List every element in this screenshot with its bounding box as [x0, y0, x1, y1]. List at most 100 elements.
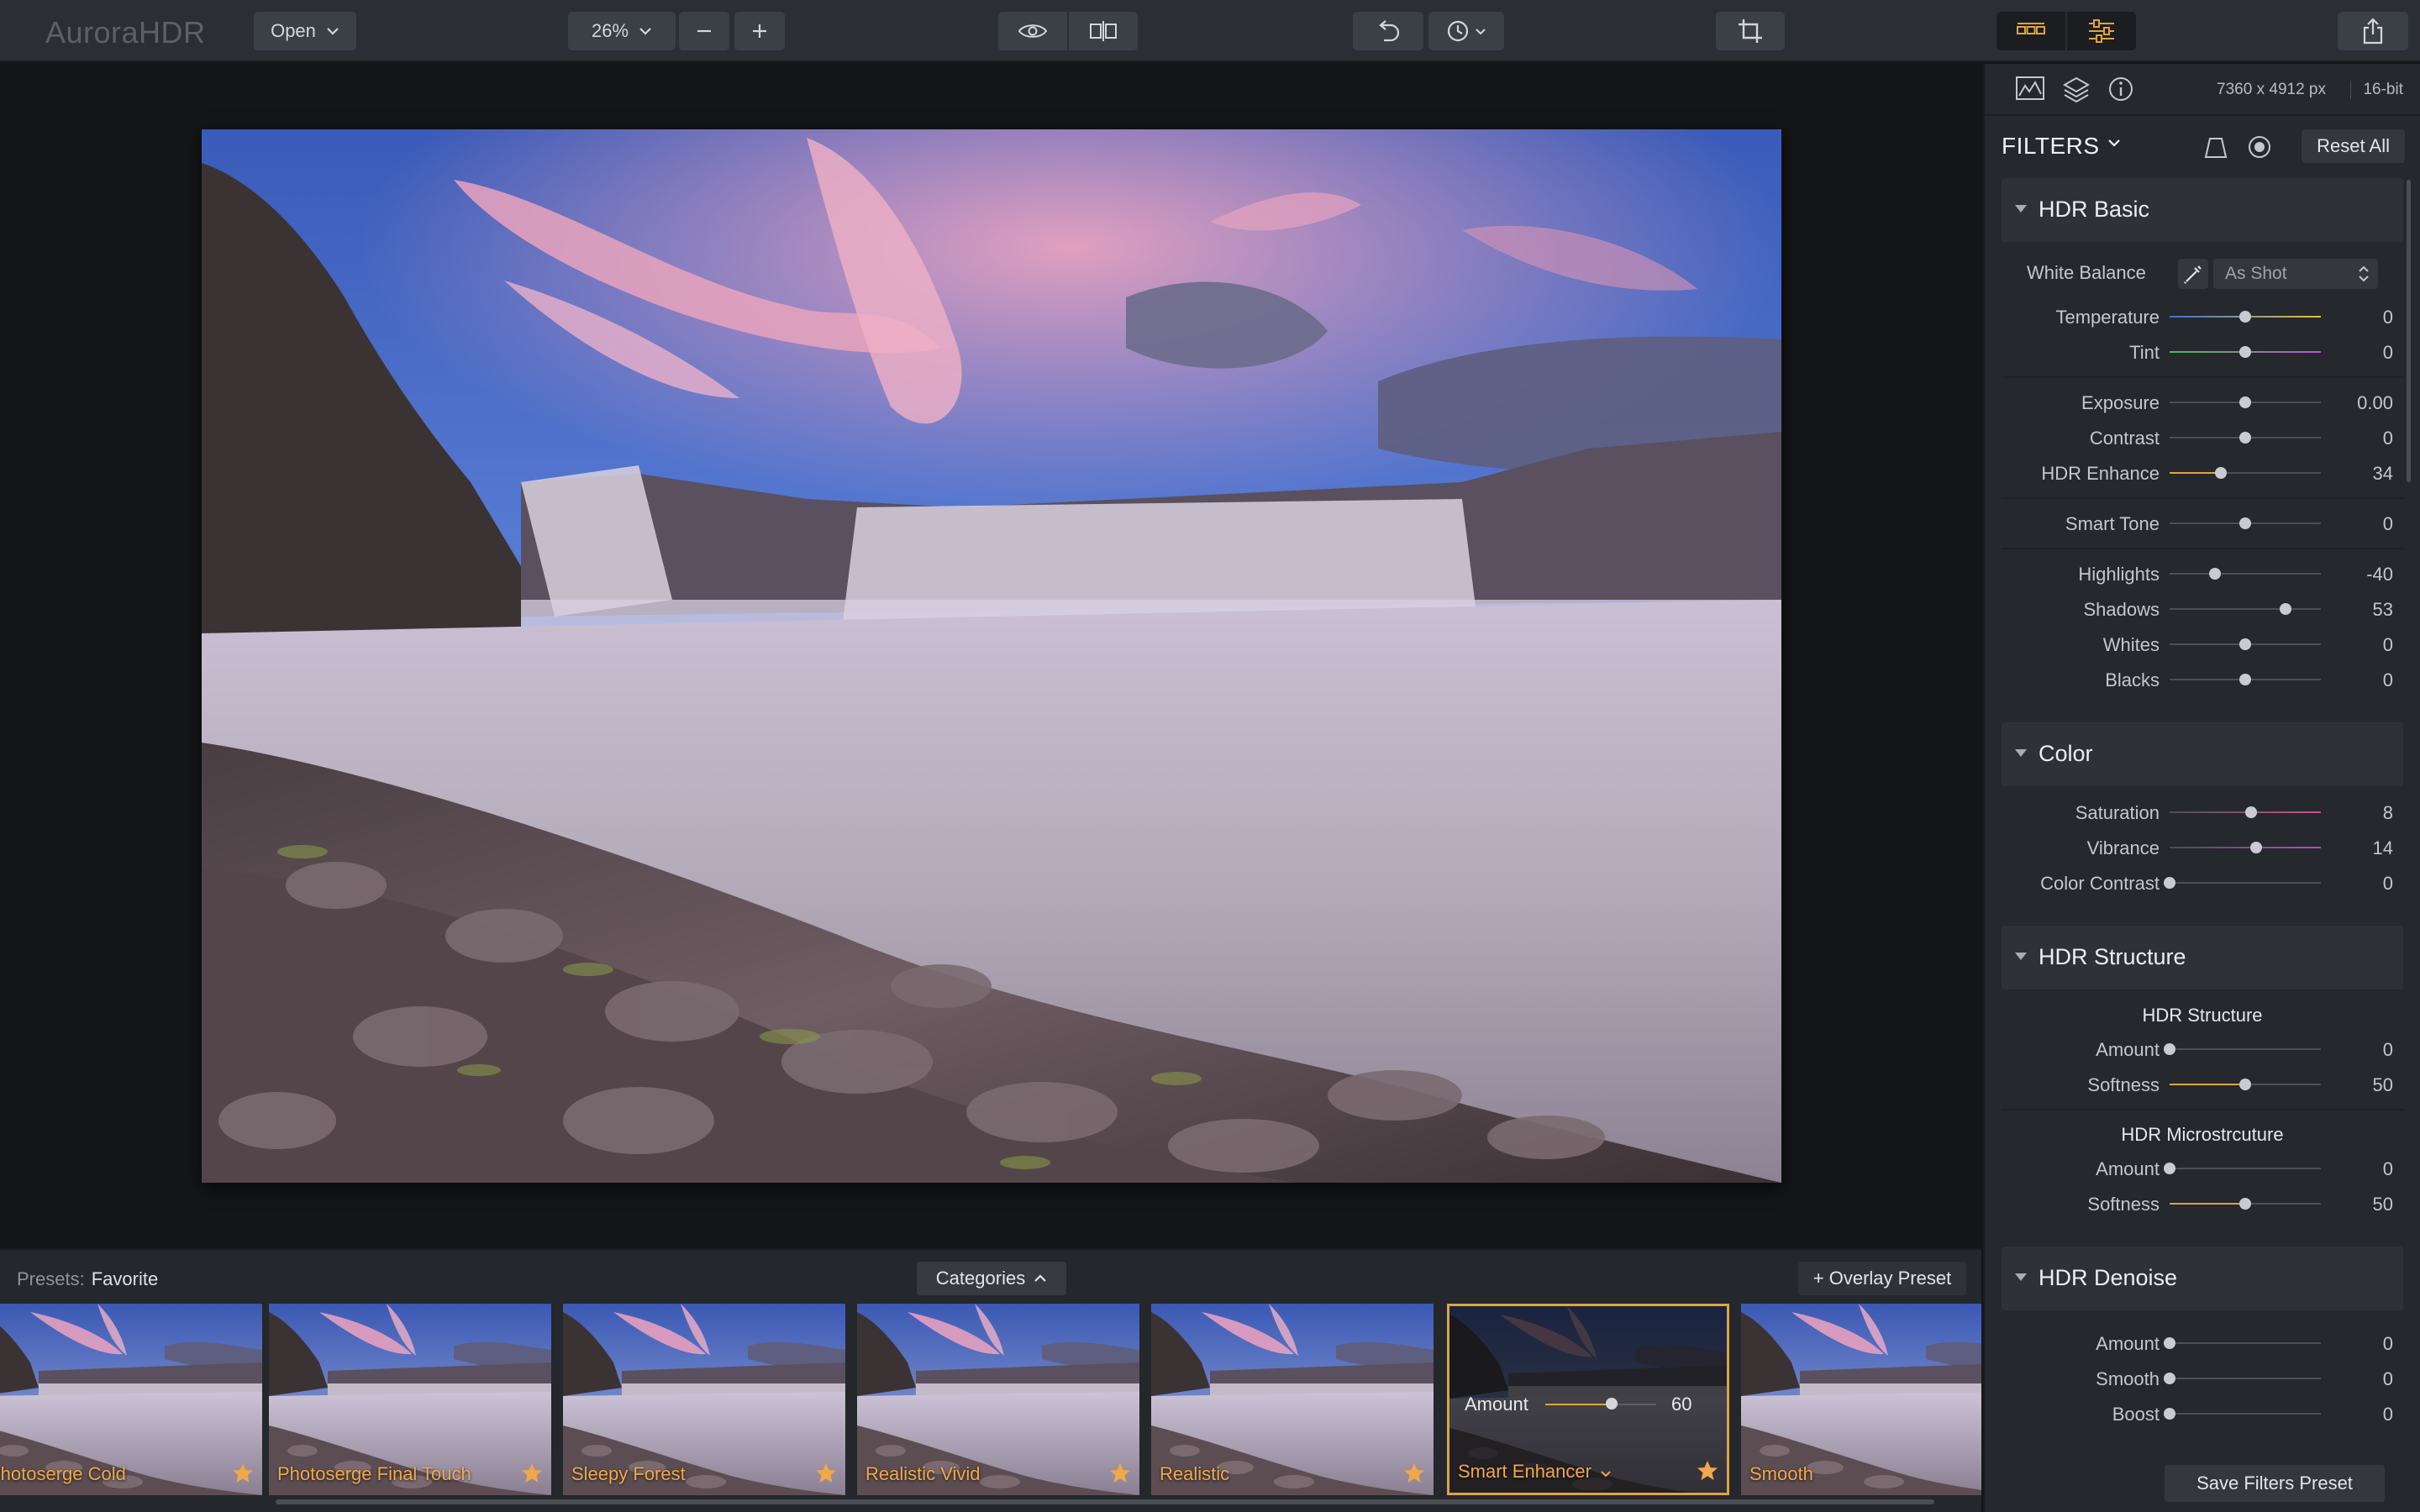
preview-button[interactable] [998, 12, 1067, 50]
presets-toggle-button[interactable] [1996, 12, 2065, 50]
slider-thumb[interactable] [2164, 1337, 2175, 1349]
slider-track[interactable] [2170, 396, 2321, 408]
chevron-down-icon[interactable] [1600, 1461, 1612, 1482]
zoom-out-button[interactable] [679, 12, 729, 50]
share-button[interactable] [2338, 12, 2408, 50]
filters-menu[interactable]: FILTERS [2002, 133, 2100, 160]
slider-thumb[interactable] [2245, 806, 2258, 818]
slider-track[interactable] [2170, 1079, 2321, 1090]
slider-value[interactable]: 0 [2383, 669, 2393, 691]
slider-value[interactable]: 50 [2373, 1194, 2393, 1215]
zoom-select[interactable]: 26% [568, 12, 676, 50]
slider-value[interactable]: 0 [2383, 342, 2393, 364]
preset-thumbnail[interactable]: Smooth [1741, 1304, 1981, 1495]
slider-track[interactable] [2170, 674, 2321, 685]
undo-button[interactable] [1353, 12, 1423, 50]
preset-thumbnail[interactable]: Realistic [1151, 1304, 1434, 1495]
slider-value[interactable]: 0 [2383, 307, 2393, 328]
zoom-in-button[interactable] [734, 12, 785, 50]
slider-track[interactable] [2170, 346, 2321, 358]
slider-track[interactable] [2164, 1163, 2321, 1174]
preset-thumbnail[interactable]: Amount 60 Smart Enhancer [1447, 1304, 1729, 1495]
slider-value[interactable]: 0 [2383, 873, 2393, 895]
panel-scrollbar[interactable] [2407, 180, 2411, 482]
slider-track[interactable] [2164, 877, 2321, 889]
reset-all-button[interactable]: Reset All [2302, 129, 2405, 163]
hdr-denoise-header[interactable]: HDR Denoise [2002, 1247, 2403, 1310]
slider-value[interactable]: 0.00 [2357, 392, 2393, 414]
open-button[interactable]: Open [254, 12, 356, 50]
slider-track[interactable] [2170, 432, 2321, 444]
hdr-basic-header[interactable]: HDR Basic [2002, 178, 2403, 242]
crop-button[interactable] [1716, 12, 1785, 50]
image-canvas[interactable] [0, 64, 1981, 1248]
blend-button[interactable] [2247, 134, 2272, 160]
slider-thumb[interactable] [2239, 346, 2251, 358]
compare-button[interactable] [1069, 12, 1138, 50]
slider-thumb[interactable] [2209, 568, 2221, 580]
slider-track[interactable] [2164, 1043, 2321, 1055]
slider-value[interactable]: 0 [2383, 1368, 2393, 1390]
slider-track[interactable] [2170, 603, 2321, 615]
slider-track[interactable] [2164, 1408, 2321, 1420]
slider-thumb[interactable] [2239, 638, 2251, 650]
slider-value[interactable]: -40 [2366, 564, 2393, 585]
color-header[interactable]: Color [2002, 722, 2403, 786]
favorite-star-icon[interactable] [815, 1462, 837, 1488]
layers-tab[interactable] [2062, 76, 2092, 106]
favorite-star-icon[interactable] [1403, 1462, 1425, 1488]
presets-group[interactable]: Favorite [92, 1268, 158, 1289]
slider-track[interactable] [2170, 638, 2321, 650]
preset-amount-slider[interactable] [1545, 1398, 1656, 1410]
slider-thumb[interactable] [2239, 432, 2251, 444]
slider-thumb[interactable] [2239, 396, 2251, 408]
filters-toggle-button[interactable] [2067, 12, 2136, 50]
slider-thumb[interactable] [2239, 1079, 2251, 1090]
slider-track[interactable] [2164, 1373, 2321, 1384]
slider-value[interactable]: 53 [2373, 599, 2393, 621]
slider-track[interactable] [2170, 311, 2321, 323]
info-tab[interactable] [2107, 76, 2138, 106]
slider-thumb[interactable] [2239, 311, 2251, 323]
slider-track[interactable] [2170, 842, 2321, 853]
slider-thumb[interactable] [2279, 603, 2291, 615]
save-filters-preset-button[interactable]: Save Filters Preset [2165, 1465, 2385, 1502]
slider-thumb[interactable] [2164, 1043, 2175, 1055]
slider-thumb[interactable] [2215, 467, 2228, 479]
slider-value[interactable]: 0 [2383, 1333, 2393, 1355]
slider-track[interactable] [2170, 806, 2321, 818]
preset-thumbnail[interactable]: Photoserge Final Touch [269, 1304, 551, 1495]
overlay-preset-button[interactable]: + Overlay Preset [1798, 1262, 1966, 1295]
mask-button[interactable] [2203, 134, 2228, 160]
slider-value[interactable]: 8 [2383, 802, 2393, 824]
slider-value[interactable]: 0 [2383, 513, 2393, 535]
slider-value[interactable]: 0 [2383, 428, 2393, 449]
hdr-structure-header[interactable]: HDR Structure [2002, 926, 2403, 990]
white-balance-select[interactable]: As Shot [2213, 259, 2378, 289]
slider-thumb[interactable] [2239, 674, 2251, 685]
favorite-star-icon[interactable] [1109, 1462, 1131, 1488]
histogram-tab[interactable] [2015, 76, 2045, 106]
slider-track[interactable] [2164, 1337, 2321, 1349]
favorite-star-icon[interactable] [1697, 1460, 1718, 1486]
slider-track[interactable] [2170, 517, 2321, 529]
slider-track[interactable] [2170, 1198, 2321, 1210]
main-photo[interactable] [202, 129, 1781, 1183]
history-button[interactable] [1428, 12, 1504, 50]
preset-thumbnail[interactable]: Realistic Vivid [857, 1304, 1139, 1495]
slider-value[interactable]: 34 [2373, 463, 2393, 485]
slider-thumb[interactable] [2164, 1163, 2175, 1174]
preset-thumbnail[interactable]: Photoserge Cold [0, 1304, 262, 1495]
slider-track[interactable] [2170, 467, 2321, 479]
preset-thumbnail[interactable]: Sleepy Forest [563, 1304, 845, 1495]
slider-value[interactable]: 0 [2383, 1039, 2393, 1061]
slider-thumb[interactable] [2164, 877, 2175, 889]
slider-value[interactable]: 0 [2383, 1158, 2393, 1180]
slider-thumb[interactable] [2164, 1408, 2175, 1420]
slider-value[interactable]: 50 [2373, 1074, 2393, 1096]
categories-button[interactable]: Categories [917, 1262, 1066, 1295]
slider-thumb[interactable] [2239, 517, 2251, 529]
slider-thumb[interactable] [2249, 842, 2262, 853]
slider-value[interactable]: 0 [2383, 1404, 2393, 1425]
slider-value[interactable]: 0 [2383, 634, 2393, 656]
